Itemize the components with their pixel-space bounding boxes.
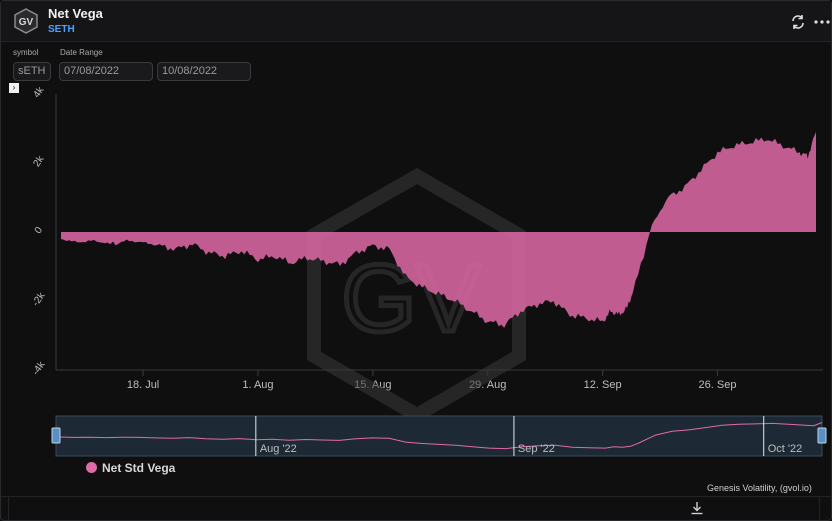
y-tick-label: -4k xyxy=(30,359,48,378)
y-tick-label: -2k xyxy=(30,290,48,309)
y-tick-label: 0 xyxy=(33,225,45,236)
range-navigator: Aug '22 Sep '22 Oct '22 xyxy=(51,415,827,457)
navigator-handle-right[interactable] xyxy=(817,427,827,444)
navigator-label: Sep '22 xyxy=(518,443,555,455)
x-tick-label: 1. Aug xyxy=(242,379,273,391)
footer-separator xyxy=(8,497,9,520)
navigator-background xyxy=(55,415,823,457)
footer-separator xyxy=(819,497,820,520)
legend-swatch[interactable] xyxy=(86,462,97,473)
x-tick-label: 12. Sep xyxy=(584,379,622,391)
net-vega-chart: 4k2k0-2k-4k18. Jul 1. Aug 15. Aug 29. Aug 12… xyxy=(30,84,827,457)
navigator-label: Aug '22 xyxy=(260,443,297,455)
legend-item-net-std-vega[interactable]: Net Std Vega xyxy=(102,461,175,475)
widget-panel: GV Net Vega SETH symbol sETH Date Range … xyxy=(0,0,832,521)
x-tick-label: 18. Jul xyxy=(127,379,159,391)
footer-divider xyxy=(1,496,831,497)
navigator-label: Oct '22 xyxy=(768,443,803,455)
y-tick-label: 2k xyxy=(31,153,47,169)
y-tick-label: 4k xyxy=(31,84,47,100)
navigator-handle-left[interactable] xyxy=(51,427,61,444)
download-icon[interactable] xyxy=(690,501,704,515)
chart-credit[interactable]: Genesis Volatility, (gvol.io) xyxy=(707,483,812,493)
x-tick-label: 26. Sep xyxy=(699,379,737,391)
